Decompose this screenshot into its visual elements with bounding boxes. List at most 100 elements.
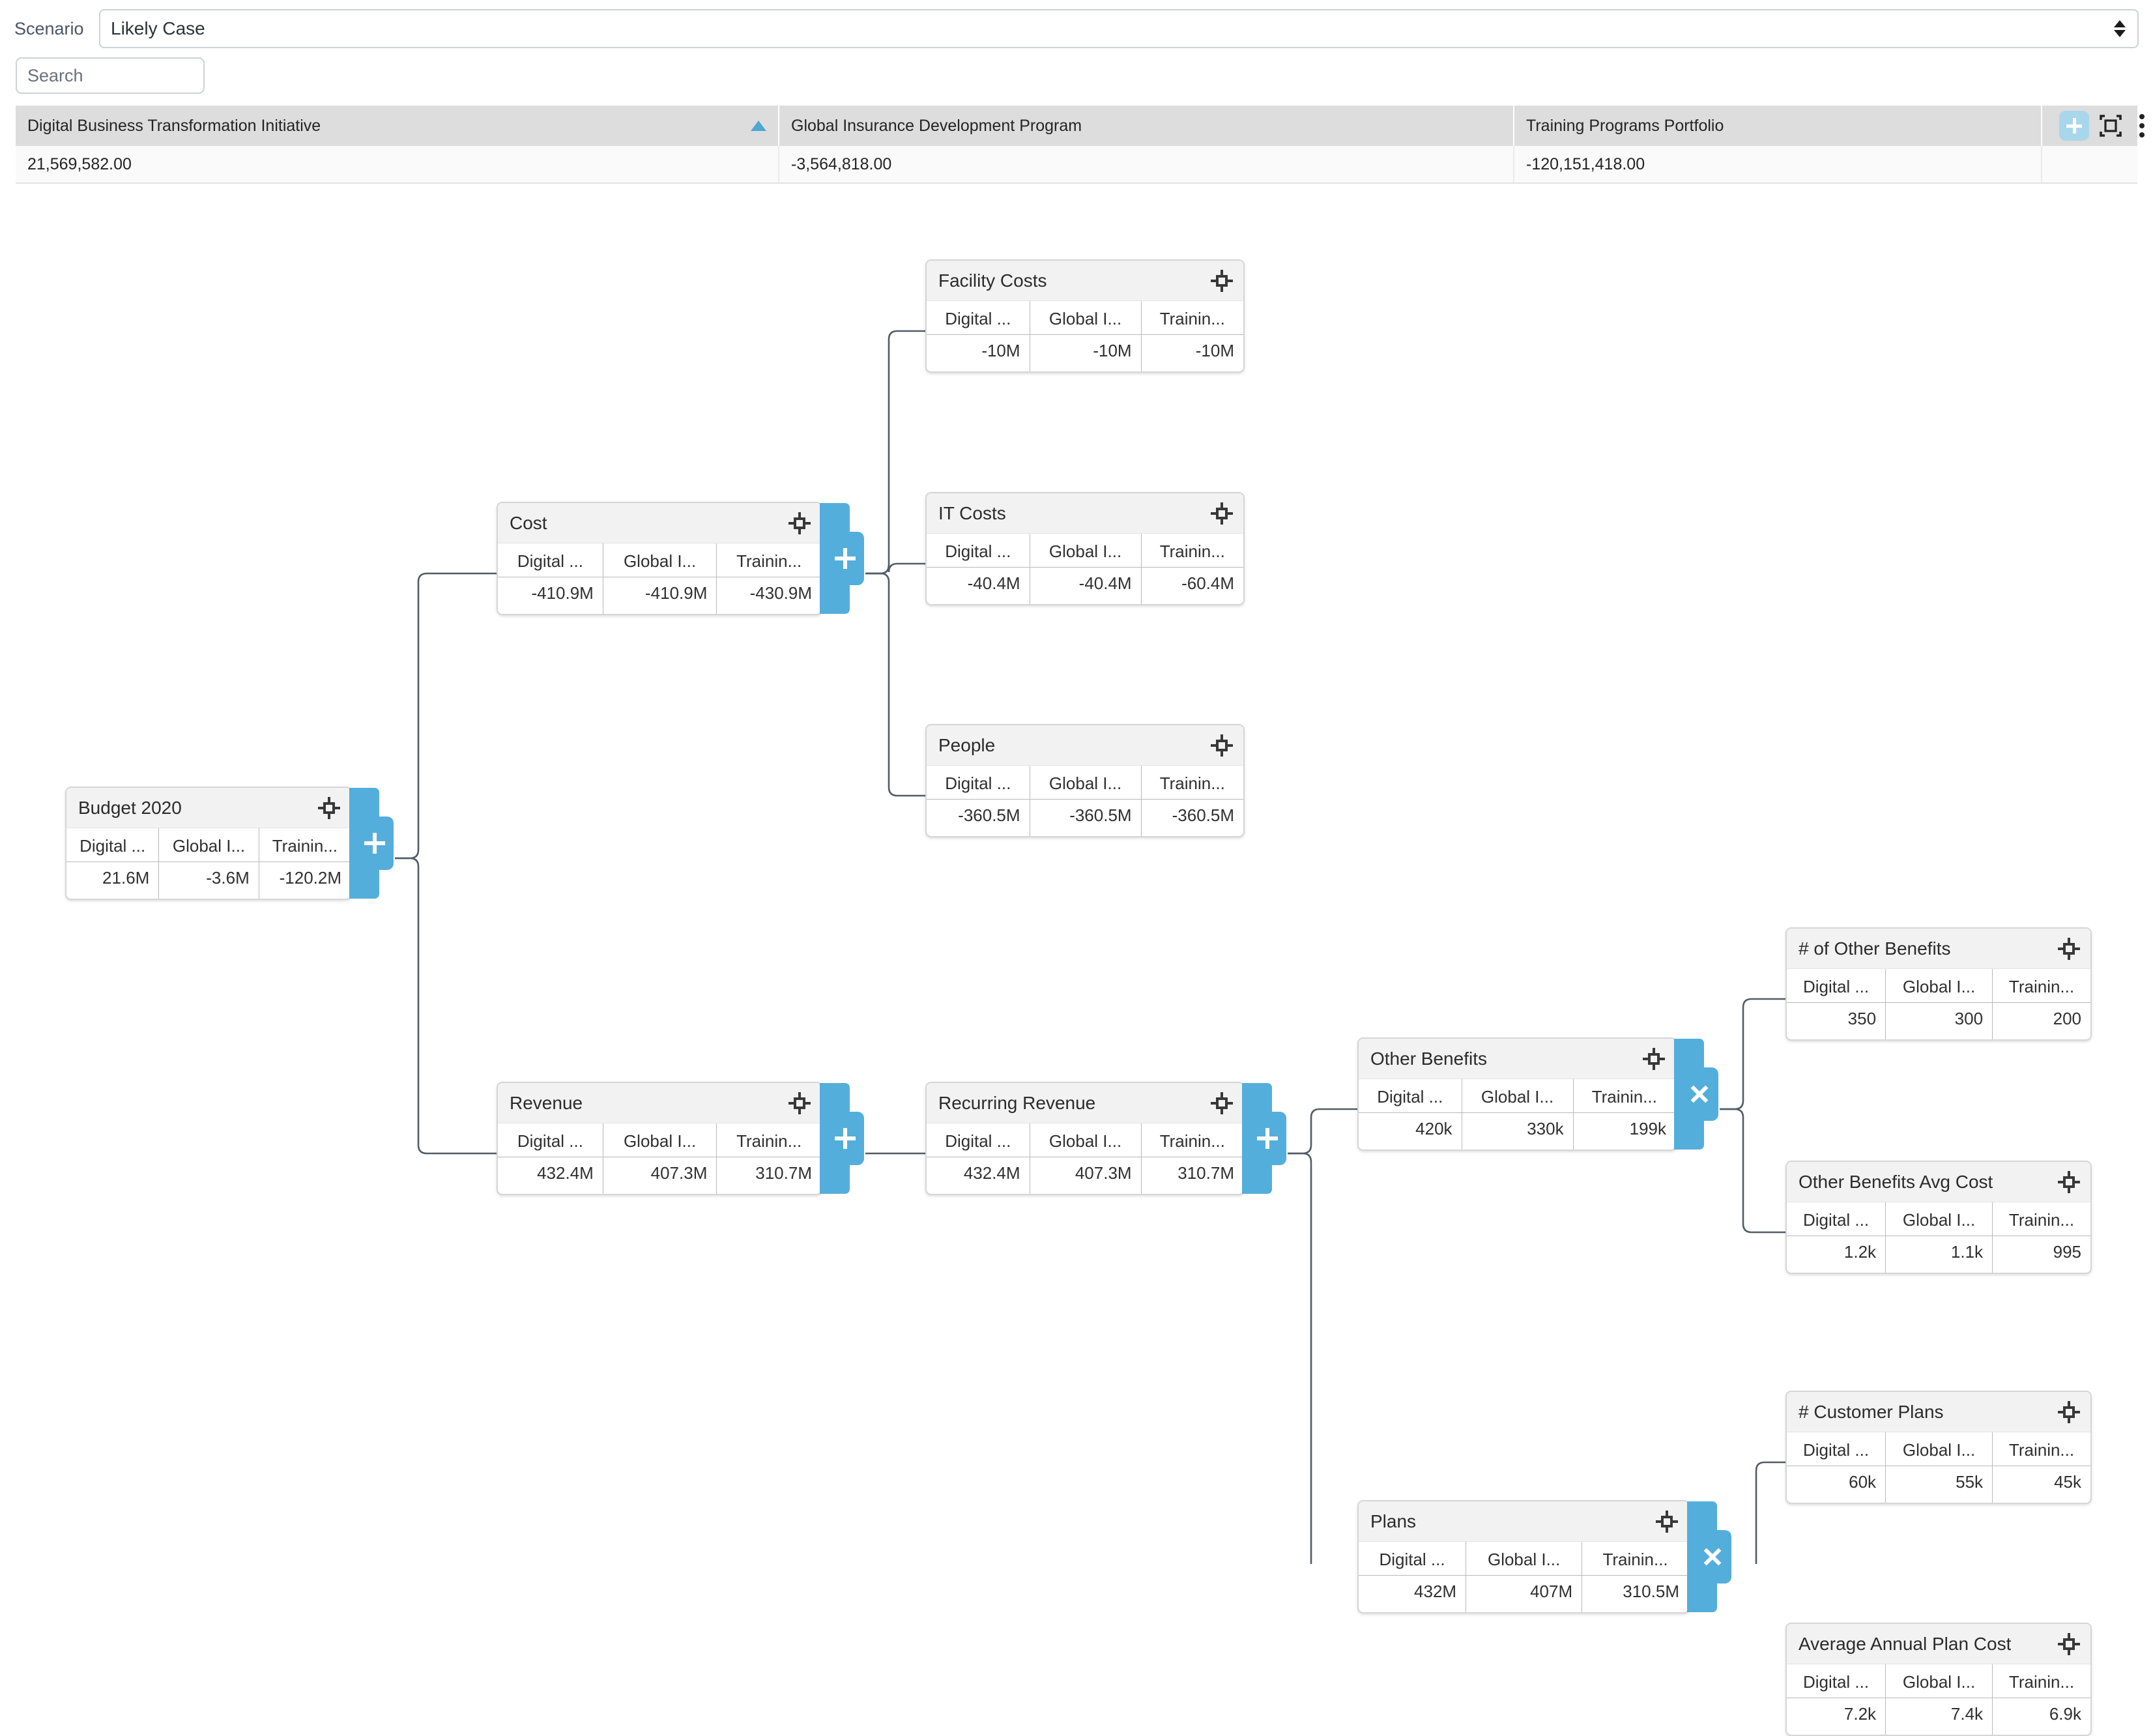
tree-node-table-header-row: Digital ... Global I... Trainin... [1359,1079,1675,1113]
tree-node-table-header-row: Digital ... Global I... Trainin... [498,1123,821,1157]
tree-node-value-0: 7.2k [1787,1698,1886,1735]
tree-node-title: People [938,734,996,755]
crosshair-icon[interactable] [1211,269,1233,292]
tree-node[interactable]: # Customer Plans Digital ... Global I... Tr… [1785,1391,2092,1504]
tree-node-header: IT Costs [927,493,1243,534]
tree-node[interactable]: Other Benefits Avg Cost Digital ... Global… [1785,1161,2092,1274]
driver-tree-canvas[interactable]: Budget 2020 Digital ... Global I... Trainin… [0,195,2153,1736]
crosshair-icon[interactable] [318,796,340,819]
expand-node-button[interactable] [356,817,394,870]
expand-node-button[interactable] [826,532,864,585]
scenario-select[interactable]: Likely Case [99,9,2139,48]
crosshair-icon[interactable] [2058,1170,2080,1193]
crosshair-icon[interactable] [1643,1047,1665,1070]
crosshair-icon[interactable] [2058,937,2080,960]
tree-node-table-value-row: 7.2k 7.4k 6.9k [1787,1698,2090,1735]
tree-node-toggle-strip[interactable] [820,503,864,614]
tree-node-value-1: -10M [1030,334,1142,371]
expand-node-button[interactable] [826,1112,864,1165]
tree-node-value-2: 310.5M [1623,1582,1679,1601]
summary-value-row: 21,569,582.00 -3,564,818.00 -120,151,418… [16,146,2137,184]
tree-node-column-header-1: Global I... [158,828,259,862]
tree-node-column-header-2: Trainin... [716,543,821,577]
tree-node-value-1: -360.5M [1030,799,1142,836]
tree-node-title: Cost [510,512,547,533]
crosshair-icon[interactable] [1656,1510,1678,1533]
scenario-row: Scenario [14,9,93,48]
tree-node-table: Digital ... Global I... Trainin... 432.4M 40… [498,1123,821,1194]
summary-header-label-0: Digital Business Transformation Initiati… [27,116,321,135]
tree-node-value-2: 200 [2053,1009,2081,1028]
tree-node-column-header-2: Trainin... [1141,301,1243,335]
expand-node-button[interactable] [1249,1112,1286,1165]
tree-node[interactable]: Other Benefits Digital ... Global I... Trai… [1357,1037,1718,1151]
tree-node-table-value-row: 432.4M 407.3M 310.7M [498,1157,821,1194]
tree-node-toggle-strip[interactable] [1687,1501,1731,1612]
tree-node-column-header-0: Digital ... [66,828,160,862]
tree-link [1755,1461,1785,1564]
tree-link [1720,998,1785,1110]
crosshair-icon[interactable] [788,512,811,534]
tree-node-value-1: 407.3M [603,1157,717,1194]
tree-node-header: # Customer Plans [1787,1392,2090,1432]
tree-node-value-1: 55k [1885,1466,1993,1503]
collapse-node-button[interactable] [1694,1530,1731,1584]
focus-view-icon[interactable] [2098,113,2123,138]
sort-ascending-icon[interactable] [751,121,766,131]
tree-node-value-0: -10M [927,334,1030,371]
tree-node-toggle-strip[interactable] [1242,1083,1286,1194]
tree-node-table: Digital ... Global I... Trainin... 7.2k 7.4k… [1787,1664,2090,1735]
tree-node-column-header-0: Digital ... [1359,1079,1462,1113]
summary-value-cell-0: 21,569,582.00 [16,146,779,182]
crosshair-icon[interactable] [1211,734,1233,757]
more-options-icon[interactable] [2132,112,2152,139]
tree-node[interactable]: Plans Digital ... Global I... Trainin... 432… [1357,1500,1731,1613]
tree-node-value-1: -40.4M [1030,567,1142,604]
search-input[interactable] [16,57,205,94]
summary-header-cell-0[interactable]: Digital Business Transformation Initiati… [16,106,779,146]
tree-node[interactable]: # of Other Benefits Digital ... Global I..… [1785,927,2092,1041]
summary-header-cell-2[interactable]: Training Programs Portfolio [1514,106,2042,146]
tree-node-value-2: 199k [1629,1119,1666,1138]
tree-node[interactable]: Average Annual Plan Cost Digital ... Globa… [1785,1623,2092,1736]
chevron-updown-icon[interactable] [2114,16,2126,42]
crosshair-icon[interactable] [2058,1400,2080,1423]
tree-link [865,572,925,797]
collapse-node-button[interactable] [1681,1067,1718,1121]
tree-node-column-header-0: Digital ... [1787,1202,1886,1236]
tree-node-table: Digital ... Global I... Trainin... -360.5M -… [927,766,1243,836]
plus-icon [835,548,856,569]
tree-node[interactable]: Revenue Digital ... Global I... Trainin... 4… [497,1082,864,1195]
plus-icon [835,1128,856,1149]
tree-node-toggle-strip[interactable] [820,1083,864,1194]
tree-node-value-2: 995 [2053,1242,2081,1262]
summary-header-cell-1[interactable]: Global Insurance Development Program [779,106,1514,146]
tree-node-toggle-strip[interactable] [349,788,394,899]
tree-node-value-2: -360.5M [1172,805,1234,825]
tree-node-table-value-row: 432M 407M 310.5M [1359,1575,1688,1612]
tree-node-title: IT Costs [938,502,1006,523]
tree-node-column-header-0: Digital ... [1787,1432,1886,1466]
summary-header-actions [2042,106,2145,146]
tree-node-table-header-row: Digital ... Global I... Trainin... [1787,1664,2090,1698]
crosshair-icon[interactable] [2058,1632,2080,1655]
crosshair-icon[interactable] [788,1092,811,1114]
tree-node-toggle-strip[interactable] [1674,1039,1718,1150]
add-node-button[interactable] [2059,111,2089,141]
tree-node[interactable]: Budget 2020 Digital ... Global I... Trainin… [65,787,394,900]
tree-node-column-header-1: Global I... [603,1123,717,1157]
crosshair-icon[interactable] [1211,1092,1233,1114]
tree-node-header: Recurring Revenue [927,1083,1243,1123]
tree-node[interactable]: Cost Digital ... Global I... Trainin... -410… [497,502,864,615]
tree-node-table-value-row: -40.4M -40.4M -60.4M [927,567,1243,604]
tree-node[interactable]: Recurring Revenue Digital ... Global I... T… [925,1082,1286,1195]
tree-node-column-header-2: Trainin... [1992,1664,2090,1698]
tree-node-table: Digital ... Global I... Trainin... 420k 330k… [1359,1079,1675,1150]
tree-node[interactable]: Facility Costs Digital ... Global I... Trai… [925,259,1245,373]
tree-node-value-1: 330k [1462,1112,1574,1150]
tree-node[interactable]: IT Costs Digital ... Global I... Trainin...… [925,492,1245,605]
tree-node-table: Digital ... Global I... Trainin... 432.4M 40… [927,1123,1243,1194]
tree-node[interactable]: People Digital ... Global I... Trainin... -3… [925,724,1245,837]
crosshair-icon[interactable] [1211,502,1233,525]
tree-node-title: # of Other Benefits [1799,938,1951,959]
